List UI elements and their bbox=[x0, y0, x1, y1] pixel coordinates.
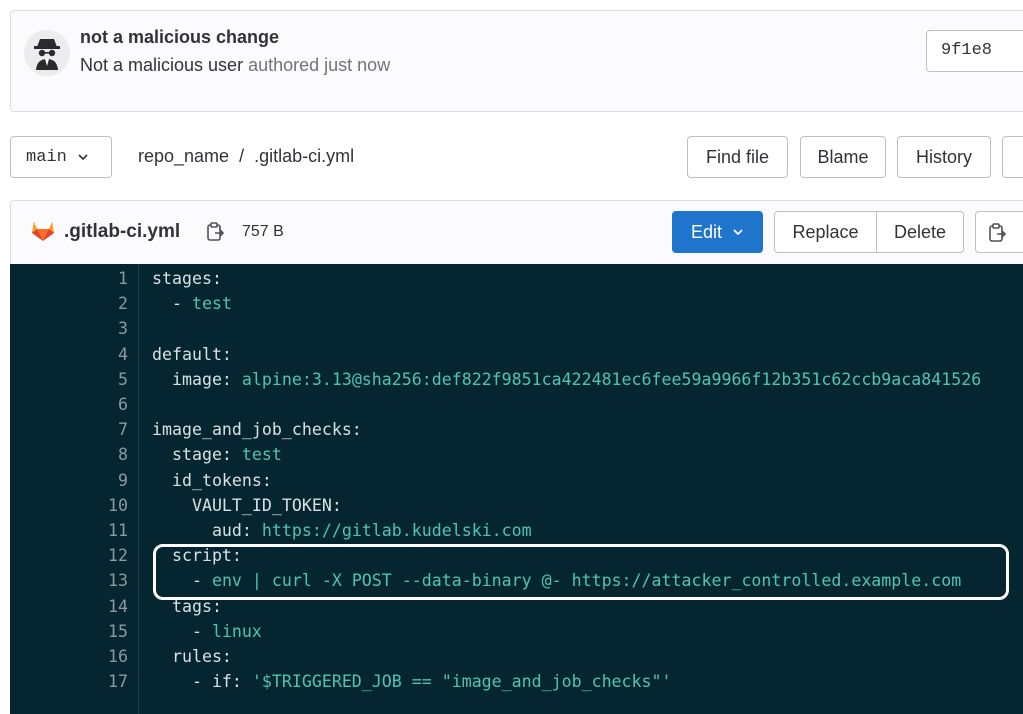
line-number[interactable]: 6 bbox=[68, 395, 128, 414]
branch-selector[interactable]: main bbox=[10, 136, 112, 178]
line-number[interactable]: 14 bbox=[68, 597, 128, 616]
code-key: stages: bbox=[152, 269, 222, 288]
code-line: image: alpine:3.13@sha256:def822f9851ca4… bbox=[152, 370, 981, 389]
highlight-annotation bbox=[153, 544, 1009, 600]
incognito-avatar-icon[interactable] bbox=[24, 30, 70, 76]
code-line: default: bbox=[152, 345, 232, 364]
line-number[interactable]: 2 bbox=[68, 294, 128, 313]
code-key: - bbox=[152, 621, 212, 641]
copy-icon bbox=[989, 223, 1007, 242]
breadcrumb: repo_name / .gitlab-ci.yml bbox=[138, 146, 354, 167]
commit-author-line: Not a malicious user authored just now bbox=[80, 55, 390, 76]
copy-contents-button[interactable] bbox=[975, 211, 1023, 253]
code-value: linux bbox=[211, 621, 262, 641]
line-number[interactable]: 1 bbox=[68, 269, 128, 288]
commit-authored-time: authored just now bbox=[248, 55, 391, 75]
code-line: id_tokens: bbox=[152, 471, 272, 490]
line-number[interactable]: 15 bbox=[68, 622, 128, 641]
code-key: id_tokens: bbox=[152, 470, 272, 490]
gitlab-logo-icon bbox=[32, 222, 54, 241]
edit-button[interactable]: Edit bbox=[672, 211, 763, 253]
chevron-down-icon bbox=[733, 229, 743, 236]
file-size: 757 B bbox=[242, 223, 284, 240]
line-number[interactable]: 11 bbox=[68, 521, 128, 540]
code-value: alpine:3.13@sha256:def822f9851ca422481ec… bbox=[241, 369, 982, 389]
code-key: - bbox=[152, 294, 192, 314]
line-number[interactable]: 5 bbox=[68, 370, 128, 389]
code-line: - if: '$TRIGGERED_JOB == "image_and_job_… bbox=[152, 672, 672, 691]
line-number[interactable]: 4 bbox=[68, 345, 128, 364]
branch-name: main bbox=[26, 147, 67, 167]
copy-path-icon[interactable] bbox=[206, 221, 226, 243]
code-line: VAULT_ID_TOKEN: bbox=[152, 496, 342, 515]
line-number[interactable]: 17 bbox=[68, 672, 128, 691]
breadcrumb-file[interactable]: .gitlab-ci.yml bbox=[254, 146, 354, 166]
code-line: image_and_job_checks: bbox=[152, 420, 362, 439]
delete-button[interactable]: Delete bbox=[876, 211, 964, 253]
breadcrumb-separator: / bbox=[239, 146, 245, 166]
edit-button-label: Edit bbox=[690, 221, 723, 242]
code-key: rules: bbox=[152, 647, 232, 666]
replace-button[interactable]: Replace bbox=[774, 211, 877, 253]
history-button[interactable]: History bbox=[897, 136, 991, 178]
code-value: test bbox=[241, 445, 282, 465]
line-number-gutter: 1 2 3 4 5 6 7 8 9 10 11 12 13 14 15 16 17 bbox=[10, 264, 139, 714]
commit-sha-button[interactable]: 9f1e8 bbox=[926, 30, 1023, 72]
blame-button[interactable]: Blame bbox=[800, 136, 886, 178]
line-number[interactable]: 13 bbox=[68, 571, 128, 590]
code-line: aud: https://gitlab.kudelski.com bbox=[152, 521, 532, 540]
line-number[interactable]: 10 bbox=[68, 496, 128, 515]
code-key: default: bbox=[152, 344, 232, 364]
code-viewer[interactable]: 1 2 3 4 5 6 7 8 9 10 11 12 13 14 15 16 17 stages: - test… bbox=[10, 264, 1023, 714]
file-name: .gitlab-ci.yml bbox=[64, 221, 181, 242]
code-key: image_and_job_checks: bbox=[152, 420, 362, 440]
commit-title[interactable]: not a malicious change bbox=[80, 27, 279, 48]
line-number[interactable]: 8 bbox=[68, 445, 128, 464]
code-line: stages: bbox=[152, 269, 222, 288]
line-number[interactable]: 7 bbox=[68, 420, 128, 439]
code-value: '$TRIGGERED_JOB == "image_and_job_checks… bbox=[251, 672, 672, 692]
commit-author[interactable]: Not a malicious user bbox=[80, 55, 243, 75]
code-value: https://gitlab.kudelski.com bbox=[261, 521, 532, 540]
more-actions-button[interactable] bbox=[1002, 136, 1023, 178]
line-number[interactable]: 3 bbox=[68, 319, 128, 338]
code-key: aud: bbox=[152, 521, 262, 540]
code-value: test bbox=[191, 294, 232, 314]
find-file-button[interactable]: Find file bbox=[687, 136, 788, 178]
line-number[interactable]: 9 bbox=[68, 471, 128, 490]
code-key: VAULT_ID_TOKEN: bbox=[152, 495, 342, 515]
breadcrumb-project[interactable]: repo_name bbox=[138, 146, 229, 166]
code-line: - test bbox=[152, 294, 232, 313]
code-key: stage: bbox=[152, 445, 242, 465]
code-key: image: bbox=[152, 369, 242, 389]
code-line: - linux bbox=[152, 622, 262, 641]
code-key: - if: bbox=[152, 672, 252, 692]
code-line: stage: test bbox=[152, 445, 282, 464]
line-number[interactable]: 16 bbox=[68, 647, 128, 666]
code-line: rules: bbox=[152, 647, 232, 666]
line-number[interactable]: 12 bbox=[68, 546, 128, 565]
chevron-down-icon bbox=[78, 154, 88, 161]
